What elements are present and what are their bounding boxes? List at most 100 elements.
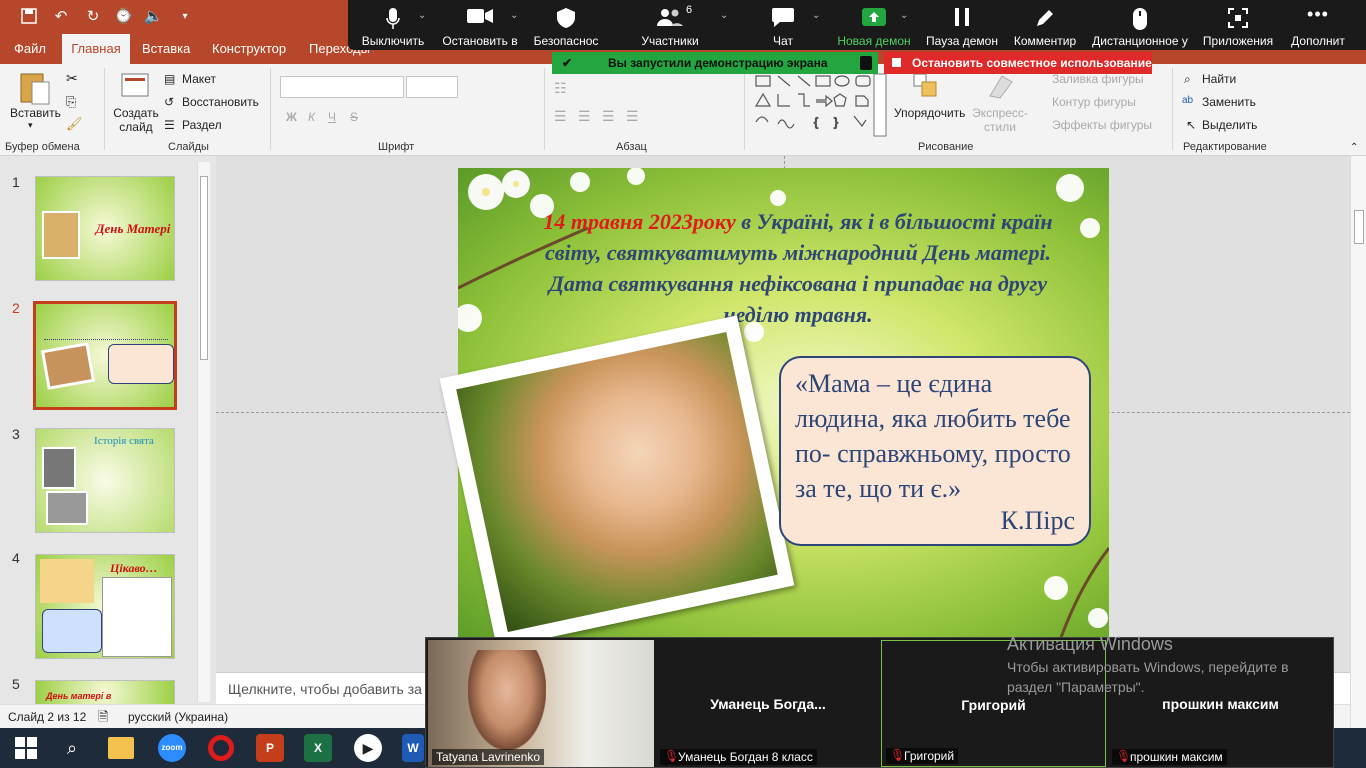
slide-thumbnail-5[interactable]: День матері в: [35, 680, 175, 704]
slide-thumbnail-3[interactable]: Історія свята: [35, 428, 175, 533]
strikethrough-button[interactable]: S: [350, 110, 358, 124]
speaker-icon[interactable]: 🔈: [144, 8, 163, 26]
layout-button[interactable]: Макет: [182, 72, 216, 86]
reset-icon[interactable]: ↺: [164, 95, 174, 109]
paste-button[interactable]: Вставить: [10, 106, 61, 120]
arrange-icon[interactable]: [912, 72, 942, 103]
chat-chevron-icon[interactable]: ⌄: [812, 10, 820, 21]
video-tile-participant[interactable]: Уманець Богда... Уманець Богдан 8 класс …: [656, 640, 880, 767]
word-icon[interactable]: W: [402, 734, 424, 762]
replace-button[interactable]: Заменить: [1202, 95, 1256, 109]
new-slide-button[interactable]: Создать слайд: [112, 106, 160, 134]
participants-icon: [657, 8, 683, 29]
powerpoint-icon[interactable]: P: [256, 734, 284, 762]
slide-thumbnail-4[interactable]: Цікаво…: [35, 554, 175, 659]
align-left-icon[interactable]: ☰: [554, 108, 567, 125]
paste-chevron-icon[interactable]: ▾: [28, 120, 33, 131]
new-slide-icon[interactable]: [120, 70, 152, 103]
reset-button[interactable]: Восстановить: [182, 95, 259, 109]
zoom-app-icon[interactable]: zoom: [158, 734, 186, 762]
file-explorer-icon[interactable]: [108, 737, 134, 759]
replace-icon[interactable]: ab: [1182, 95, 1193, 106]
media-player-icon[interactable]: ▶: [354, 734, 382, 762]
select-icon[interactable]: ↖: [1186, 118, 1196, 132]
paste-icon[interactable]: [18, 70, 52, 109]
section-icon[interactable]: ☰: [164, 118, 175, 132]
stop-video-button[interactable]: Остановить в: [440, 0, 520, 50]
undo-icon[interactable]: ↶: [52, 8, 70, 26]
opera-icon[interactable]: [208, 735, 234, 761]
tab-design[interactable]: Конструктор: [206, 34, 292, 64]
annotate-button[interactable]: Комментир: [1008, 0, 1082, 50]
video-chevron-icon[interactable]: ⌄: [510, 10, 518, 21]
shape-fill-button[interactable]: Заливка фигуры: [1052, 72, 1144, 86]
layout-icon[interactable]: ▤: [164, 72, 175, 86]
search-icon[interactable]: ⌕: [58, 734, 86, 762]
find-button[interactable]: Найти: [1202, 72, 1236, 86]
participants-chevron-icon[interactable]: ⌄: [720, 10, 728, 21]
window-scrollbar[interactable]: [1350, 156, 1366, 728]
align-right-icon[interactable]: ☰: [602, 108, 615, 125]
font-family-combo[interactable]: [280, 76, 404, 98]
windows-activation-watermark: Активация Windows Чтобы активировать Win…: [1007, 634, 1327, 697]
shape-effects-button[interactable]: Эффекты фигуры: [1052, 118, 1152, 132]
redo-icon[interactable]: ↻: [84, 8, 102, 26]
bold-button[interactable]: Ж: [286, 110, 297, 124]
quick-styles-icon[interactable]: [986, 72, 1016, 103]
align-center-icon[interactable]: ☰: [578, 108, 591, 125]
justify-icon[interactable]: ☰: [626, 108, 639, 125]
section-button[interactable]: Раздел: [182, 118, 222, 132]
slide-thumbnail-1[interactable]: День Матері: [35, 176, 175, 281]
thumb-quote-box: [108, 344, 174, 384]
cut-icon[interactable]: ✂: [66, 70, 78, 87]
share-status-banner[interactable]: ✔ Вы запустили демонстрацию экрана: [552, 52, 878, 74]
spellcheck-icon[interactable]: 🗎: [98, 708, 108, 730]
mute-button[interactable]: Выключить: [358, 0, 428, 50]
shapes-gallery-icon[interactable]: {}: [752, 72, 888, 141]
slide-thumbnail-2[interactable]: [33, 301, 177, 410]
tab-file[interactable]: Файл: [8, 34, 52, 64]
find-icon[interactable]: ⌕: [1184, 72, 1191, 87]
quote-textbox[interactable]: «Мама – це єдина людина, яка любить тебе…: [779, 356, 1091, 546]
slide-intro-text[interactable]: 14 травня 2023року в Україні, як і в біл…: [518, 206, 1078, 330]
participants-button[interactable]: 6 Участники: [632, 0, 708, 50]
more-button[interactable]: ••• Дополнит: [1286, 0, 1350, 50]
format-painter-icon[interactable]: 🖌: [66, 116, 83, 132]
security-button[interactable]: Безопаснос: [528, 0, 604, 50]
scrollbar-thumb[interactable]: [1354, 210, 1364, 244]
svg-text:}: }: [834, 115, 838, 129]
copy-icon[interactable]: ⎘: [66, 94, 76, 110]
italic-button[interactable]: К: [308, 110, 315, 124]
svg-text:{: {: [814, 115, 818, 129]
select-button[interactable]: Выделить: [1202, 118, 1257, 132]
new-share-button[interactable]: Новая демон: [834, 0, 914, 50]
tab-insert[interactable]: Вставка: [136, 34, 196, 64]
remote-control-button[interactable]: Дистанционное у: [1088, 0, 1192, 50]
collapse-ribbon-icon[interactable]: ⌃: [1350, 142, 1358, 153]
thumb-title: День матері в: [46, 691, 112, 701]
language-indicator[interactable]: русский (Украина): [128, 710, 228, 724]
windows-start-icon[interactable]: [12, 734, 40, 762]
scrollbar-thumb[interactable]: [200, 176, 208, 360]
chat-button[interactable]: Чат: [758, 0, 808, 50]
font-size-combo[interactable]: [406, 76, 458, 98]
mute-chevron-icon[interactable]: ⌄: [418, 10, 426, 21]
quick-styles-button[interactable]: Экспресс-стили: [970, 106, 1030, 134]
security-shield-icon: [860, 56, 872, 70]
thumbnail-scrollbar[interactable]: [197, 162, 210, 702]
present-icon[interactable]: ⌚: [114, 8, 133, 26]
arrange-button[interactable]: Упорядочить: [894, 106, 965, 120]
customize-chevron-icon[interactable]: ▾: [176, 8, 194, 26]
pause-share-button[interactable]: Пауза демон: [922, 0, 1002, 50]
excel-icon[interactable]: X: [304, 734, 332, 762]
apps-button[interactable]: Приложения: [1202, 0, 1274, 50]
thumb-photo: [40, 559, 94, 603]
save-icon[interactable]: [20, 8, 38, 26]
bullets-icon[interactable]: ☷: [554, 80, 567, 97]
underline-button[interactable]: Ч: [328, 110, 336, 124]
shape-outline-button[interactable]: Контур фигуры: [1052, 95, 1136, 109]
tab-home[interactable]: Главная: [62, 34, 130, 64]
stop-share-button[interactable]: Остановить совместное использование: [884, 52, 1152, 74]
share-chevron-icon[interactable]: ⌄: [900, 10, 908, 21]
video-tile-self[interactable]: Tatyana Lavrinenko: [428, 640, 654, 767]
